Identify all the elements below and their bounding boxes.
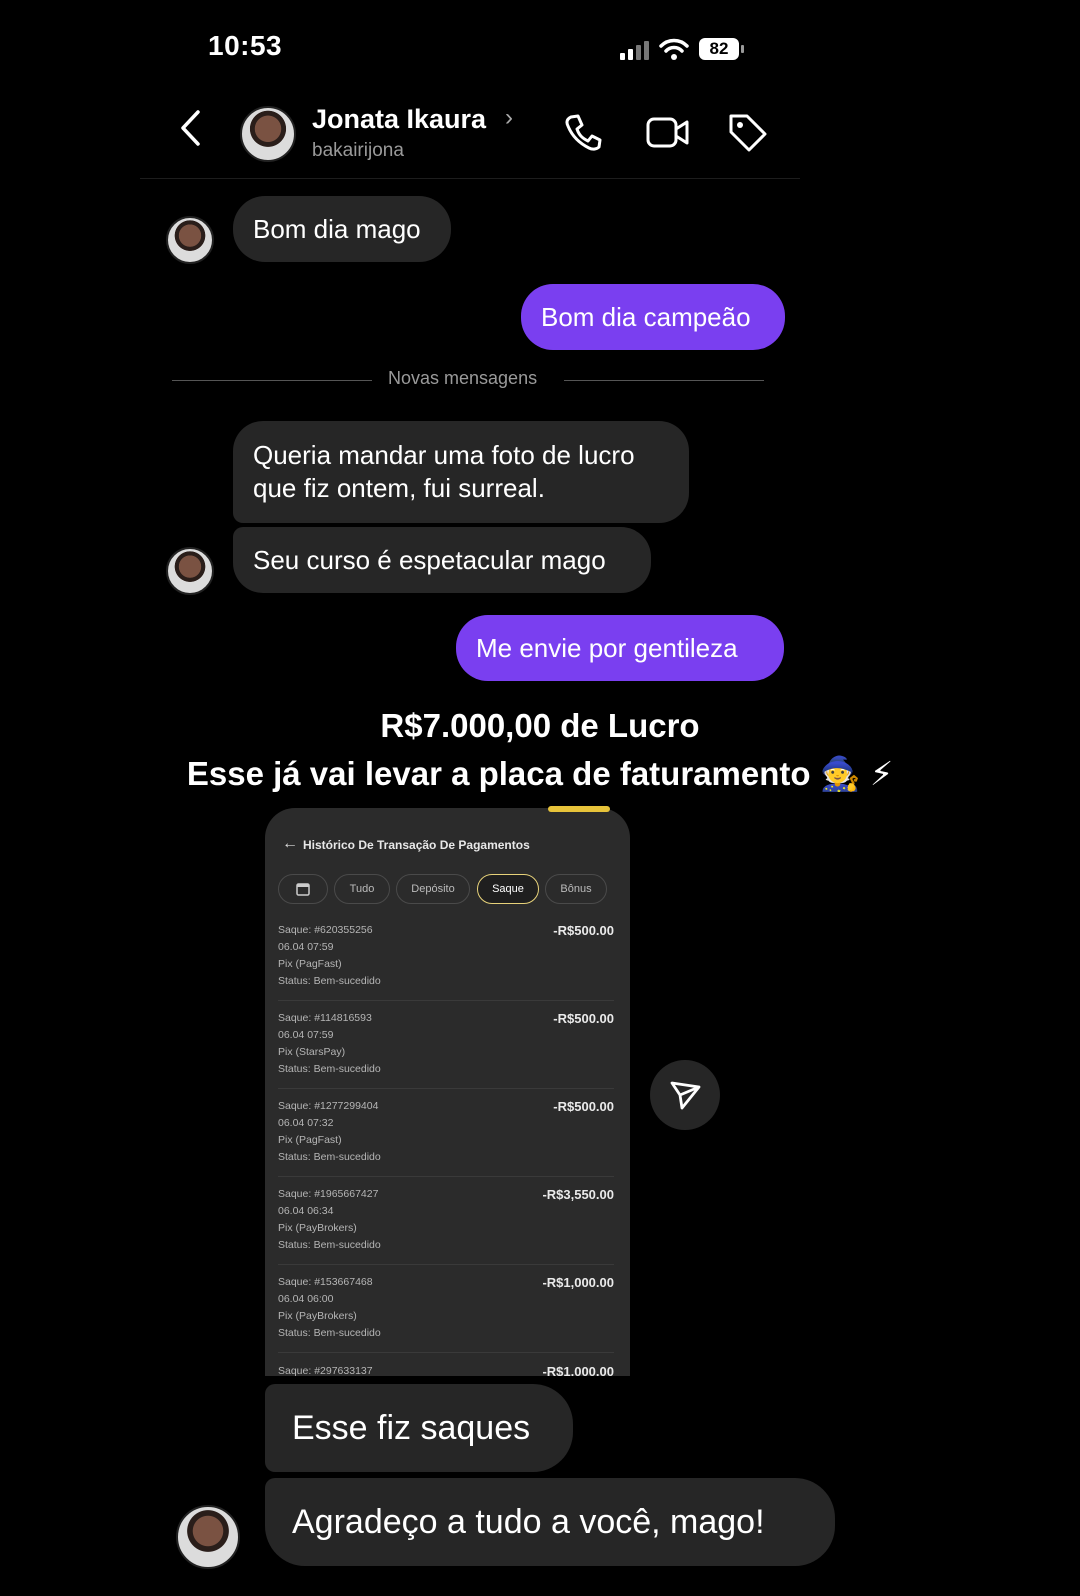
- screenshot-tab-deposito: Depósito: [396, 874, 470, 904]
- message-incoming[interactable]: Agradeço a tudo a você, mago!: [265, 1478, 835, 1566]
- screenshot-transaction-row: Saque: #114816593 06.04 07:59 Pix (StarsPa…: [278, 1010, 614, 1078]
- send-icon: [670, 1081, 701, 1110]
- phone-icon[interactable]: [563, 112, 603, 152]
- transaction-method: Pix (PayBrokers): [278, 1310, 357, 1322]
- screenshot-back-icon: ←: [282, 835, 298, 852]
- message-incoming[interactable]: Bom dia mago: [233, 196, 451, 262]
- screenshot-transaction-row: Saque: #1277299404 06.04 07:32 Pix (PagFas…: [278, 1098, 614, 1166]
- transaction-amount: -R$500.00: [553, 1011, 614, 1026]
- transaction-method: Pix (StarsPay): [278, 1046, 346, 1058]
- transaction-date: 06.04 07:32: [278, 1117, 334, 1129]
- wifi-icon: [659, 38, 689, 60]
- video-call-icon[interactable]: [645, 112, 691, 152]
- transaction-status: Status: Bem-sucedido: [278, 975, 381, 987]
- battery-indicator: 82: [699, 38, 744, 60]
- transaction-separator: [278, 1352, 614, 1353]
- calendar-icon: [278, 874, 328, 904]
- status-time: 10:53: [208, 30, 283, 61]
- contact-avatar[interactable]: [240, 106, 296, 162]
- tag-icon[interactable]: [727, 112, 769, 154]
- transaction-date: 06.04 06:34: [278, 1205, 334, 1217]
- transaction-status: Status: Bem-sucedido: [278, 1239, 381, 1251]
- screenshot-transaction-row: Saque: #620355256 06.04 07:59 Pix (PagFast…: [278, 922, 614, 990]
- message-incoming[interactable]: Seu curso é espetacular mago: [233, 527, 651, 593]
- transaction-status: Status: Bem-sucedido: [278, 1151, 381, 1163]
- screenshot-transaction-row: Saque: #153667468 06.04 06:00 Pix (PayBrok…: [278, 1274, 614, 1342]
- transaction-status: Status: Bem-sucedido: [278, 1327, 381, 1339]
- transaction-separator: [278, 1000, 614, 1001]
- transaction-method: Pix (PayBrokers): [278, 1222, 357, 1234]
- caption-line2: Esse já vai levar a placa de faturamento…: [186, 755, 894, 792]
- contact-name[interactable]: Jonata Ikaura: [312, 104, 486, 135]
- screenshot-tab-saque: Saque: [477, 874, 539, 904]
- transaction-date: 06.04 06:00: [278, 1293, 334, 1305]
- new-messages-divider: Novas mensagens: [388, 368, 538, 388]
- sender-avatar[interactable]: [176, 1505, 240, 1569]
- screenshot-tab-bonus: Bônus: [545, 874, 607, 904]
- message-incoming[interactable]: Queria mandar uma foto de lucro que fiz …: [233, 421, 689, 523]
- screenshot-title: Histórico De Transação De Pagamentos: [303, 838, 530, 852]
- chevron-right-icon[interactable]: ›: [505, 104, 513, 132]
- new-messages-line-left: [172, 380, 372, 381]
- screenshot-accent: [548, 806, 610, 812]
- message-outgoing[interactable]: Me envie por gentileza: [456, 615, 784, 681]
- sender-avatar[interactable]: [166, 216, 214, 264]
- message-outgoing[interactable]: Bom dia campeão: [521, 284, 785, 350]
- transaction-amount: -R$1,000.00: [542, 1364, 614, 1376]
- header-divider: [140, 178, 800, 179]
- new-messages-line-right: [564, 380, 764, 381]
- transaction-date: 06.04 07:59: [278, 941, 334, 953]
- contact-handle: bakairijona: [312, 140, 404, 161]
- transaction-method: Pix (PagFast): [278, 1134, 342, 1146]
- transaction-separator: [278, 1176, 614, 1177]
- sender-avatar[interactable]: [166, 547, 214, 595]
- transaction-amount: -R$500.00: [553, 923, 614, 938]
- transaction-date: 06.04 07:59: [278, 1029, 334, 1041]
- screenshot-transaction-row: Saque: #1965667427 06.04 06:34 Pix (PayBro…: [278, 1186, 614, 1254]
- caption-line1: R$7.000,00 de Lucro: [380, 707, 700, 744]
- transaction-amount: -R$3,550.00: [542, 1187, 614, 1202]
- screenshot-tab-tudo: Tudo: [334, 874, 390, 904]
- transaction-separator: [278, 1088, 614, 1089]
- transaction-amount: -R$1,000.00: [542, 1275, 614, 1290]
- status-indicators: 82: [620, 36, 744, 62]
- signal-icon: [620, 38, 649, 60]
- back-arrow-icon[interactable]: [178, 108, 202, 148]
- transaction-separator: [278, 1264, 614, 1265]
- share-button[interactable]: [650, 1060, 720, 1130]
- transaction-status: Status: Bem-sucedido: [278, 1063, 381, 1075]
- message-incoming[interactable]: Esse fiz saques: [265, 1384, 573, 1472]
- transaction-method: Pix (PagFast): [278, 958, 342, 970]
- screenshot-transaction-row: Saque: #297633137 -R$1,000.00: [278, 1363, 614, 1376]
- transaction-amount: -R$500.00: [553, 1099, 614, 1114]
